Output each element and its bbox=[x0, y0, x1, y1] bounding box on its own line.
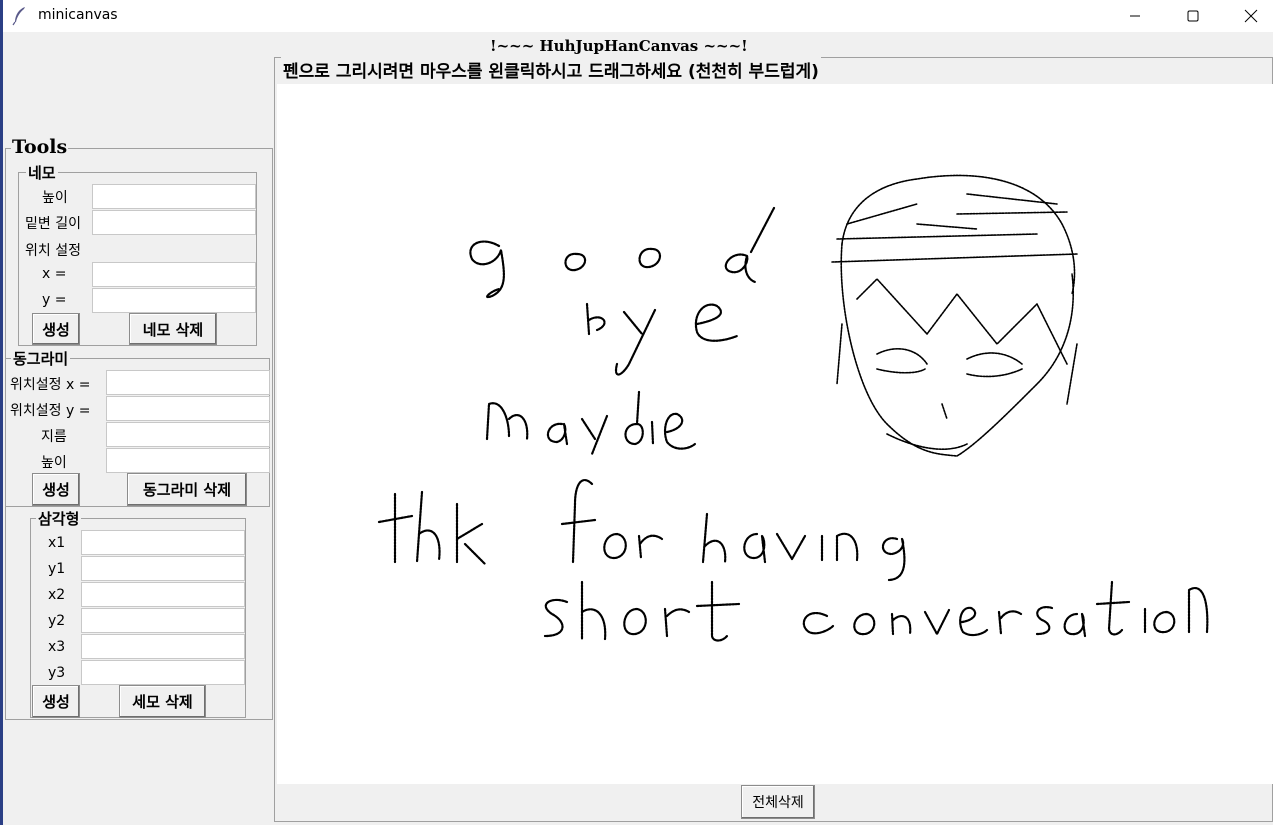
tri-y2-label: y2 bbox=[48, 613, 66, 629]
circle-group-title: 동그라미 bbox=[11, 348, 71, 369]
tri-x3-input[interactable] bbox=[81, 634, 245, 659]
circle-diameter-label: 지름 bbox=[41, 429, 67, 445]
rect-y-input[interactable] bbox=[92, 288, 256, 313]
rect-position-label: 위치 설정 bbox=[25, 243, 81, 259]
tri-x2-label: x2 bbox=[48, 587, 66, 603]
drawing-phrase-short-conversation bbox=[543, 580, 1209, 642]
tri-create-button[interactable]: 생성 bbox=[32, 685, 80, 718]
drawing-word-maydie bbox=[485, 390, 697, 456]
circle-y-label: 위치설정 y = bbox=[10, 403, 91, 419]
maximize-icon[interactable] bbox=[1164, 0, 1222, 32]
drawing-phrase-thk-for-having bbox=[377, 479, 906, 582]
rect-base-label: 밑변 길이 bbox=[25, 216, 81, 232]
tri-y1-input[interactable] bbox=[81, 556, 245, 581]
tri-delete-button[interactable]: 세모 삭제 bbox=[119, 685, 206, 718]
rect-height-input[interactable] bbox=[92, 184, 256, 209]
circle-delete-button[interactable]: 동그라미 삭제 bbox=[127, 473, 247, 506]
circle-x-input[interactable] bbox=[106, 370, 270, 395]
circle-height-input[interactable] bbox=[106, 448, 270, 473]
tri-y3-label: y3 bbox=[48, 665, 66, 681]
rect-create-button[interactable]: 생성 bbox=[32, 313, 80, 345]
drawing-word-bye bbox=[585, 302, 739, 376]
feather-icon bbox=[12, 6, 28, 26]
window-border bbox=[0, 0, 3, 825]
tri-y1-label: y1 bbox=[48, 561, 66, 577]
tri-x1-label: x1 bbox=[48, 535, 66, 551]
circle-create-button[interactable]: 생성 bbox=[32, 473, 80, 506]
tri-y2-input[interactable] bbox=[81, 608, 245, 633]
app-heading: !~~~ HuhJupHanCanvas ~~~! bbox=[490, 37, 748, 55]
tri-x2-input[interactable] bbox=[81, 582, 245, 607]
tri-y3-input[interactable] bbox=[81, 660, 245, 685]
rect-base-input[interactable] bbox=[92, 210, 256, 235]
window-title: minicanvas bbox=[38, 7, 118, 23]
drawing-canvas[interactable] bbox=[277, 84, 1273, 784]
rectangle-group-title: 네모 bbox=[26, 162, 58, 183]
circle-x-label: 위치설정 x = bbox=[10, 377, 91, 393]
triangle-group-title: 삼각형 bbox=[36, 508, 82, 529]
tri-x1-input[interactable] bbox=[81, 530, 245, 555]
rect-delete-button[interactable]: 네모 삭제 bbox=[129, 313, 217, 345]
drawing-face-sketch bbox=[831, 174, 1078, 457]
rect-y-label: y = bbox=[42, 292, 67, 308]
clear-all-button[interactable]: 전체삭제 bbox=[741, 785, 815, 819]
tri-x3-label: x3 bbox=[48, 639, 66, 655]
title-bar bbox=[0, 0, 1273, 32]
circle-diameter-input[interactable] bbox=[106, 422, 270, 447]
minimize-icon[interactable] bbox=[1106, 0, 1164, 32]
close-icon[interactable] bbox=[1222, 0, 1273, 32]
rect-x-label: x = bbox=[42, 266, 67, 282]
rect-x-input[interactable] bbox=[92, 262, 256, 287]
canvas-instruction: 펜으로 그리시려면 마우스를 왼클릭하시고 드래그하세요 (천천히 부드럽게) bbox=[281, 57, 821, 82]
circle-height-label: 높이 bbox=[41, 455, 67, 471]
drawing-word-good bbox=[469, 206, 776, 299]
rect-height-label: 높이 bbox=[42, 190, 68, 206]
tools-title: Tools bbox=[11, 136, 69, 158]
circle-y-input[interactable] bbox=[106, 396, 270, 421]
